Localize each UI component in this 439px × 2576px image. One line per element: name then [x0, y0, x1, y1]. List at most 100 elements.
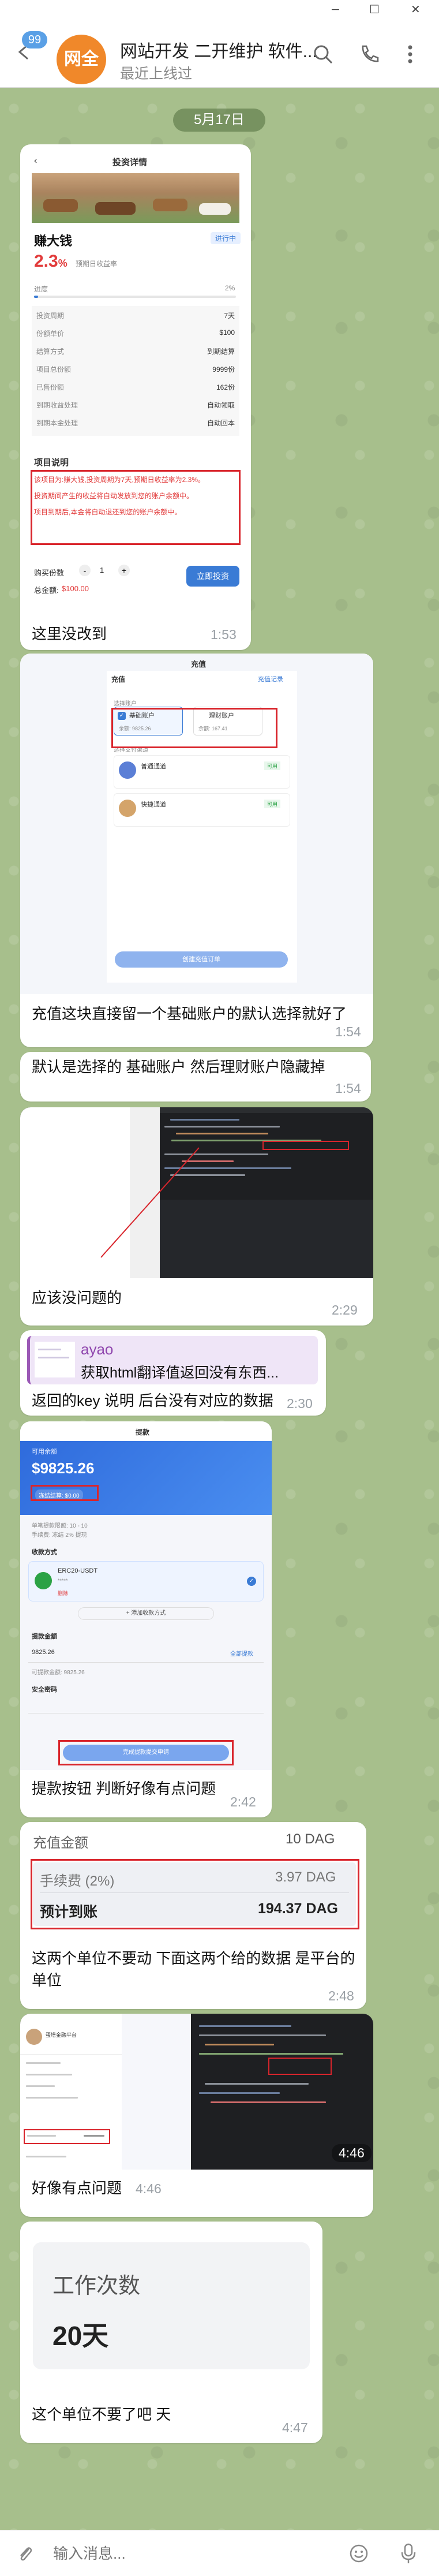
screenshot-investment-detail[interactable]: ‹ 投资详情 赚大钱 进行中 2.3% 预期日收益率 进度 2% 投资周期 7天份… [26, 150, 245, 618]
more-button[interactable] [402, 43, 419, 66]
channel-normal-tag: 可用 [264, 761, 281, 770]
phone-icon [362, 45, 379, 62]
message-text: 应该没问题的 [32, 1289, 122, 1306]
create-order-button[interactable]: 创建充值订单 [115, 951, 288, 968]
progress-value: 2% [225, 284, 235, 292]
platform-name: 蛋塔金融平台 [46, 2032, 77, 2038]
message-bubble[interactable]: 充值 充值 充值记录 选择账户 ✓ 基础账户 余额: 9825.26 理财账户 … [20, 654, 373, 1047]
detail-row-key: 项目总份额 [36, 365, 72, 374]
progress-bar [34, 296, 236, 298]
work-count-label: 工作次数 [52, 2274, 141, 2298]
channel-fast-name: 快捷通道 [141, 801, 166, 808]
work-count-card: 工作次数 20天 [33, 2242, 310, 2369]
call-button[interactable] [358, 43, 381, 66]
detail-row-key: 结算方式 [36, 348, 65, 356]
message-text: 这个单位不要了吧 天 [32, 2406, 171, 2423]
work-count-value: 20天 [52, 2321, 109, 2351]
available-amount: 可提款金额: 9825.26 [32, 1670, 85, 1676]
detail-row-value: 到期结算 [207, 348, 235, 356]
wallet-name: ERC20-USDT [58, 1567, 98, 1574]
qty-label: 购买份数 [34, 569, 65, 577]
message-bubble[interactable]: 应该没问题的 2:29 [20, 1107, 373, 1326]
balance-label: 可用余额 [32, 1448, 57, 1455]
detail-row-value: 162份 [216, 383, 235, 391]
message-input[interactable] [53, 2542, 330, 2565]
reply-thumbnail [35, 1342, 75, 1377]
usdt-icon [35, 1572, 52, 1589]
reply-quote[interactable]: ayao 获取html翻译值返回没有东西... [27, 1336, 318, 1384]
screenshot-app-devtools[interactable]: 蛋塔金融平台 4:46 [20, 2014, 373, 2170]
detail-row-key: 到期收益处理 [36, 401, 78, 409]
message-time: 2:29 [332, 1302, 358, 1317]
channel-fast[interactable]: 快捷通道 可用 [114, 793, 290, 827]
withdraw-all-link[interactable]: 全部提款 [230, 1649, 253, 1657]
screenshot-recharge[interactable]: 充值 充值 充值记录 选择账户 ✓ 基础账户 余额: 9825.26 理财账户 … [20, 654, 373, 994]
detail-row-key: 已售份额 [36, 383, 65, 391]
highlight-box [31, 1859, 359, 1929]
fee-info: 手续费: 冻结 2% 提现 [32, 1532, 87, 1539]
message-text: 返回的key 说明 后台没有对应的数据 [32, 1392, 273, 1409]
screenshot-fee-summary[interactable]: 充值金额 10 DAG 手续费 (2%) 3.97 DAG 预计到账 194.3… [20, 1822, 366, 1937]
maximize-button[interactable]: ☐ [369, 2, 383, 17]
message-bubble[interactable]: ayao 获取html翻译值返回没有东西... 返回的key 说明 后台没有对应… [20, 1330, 326, 1416]
app-panel: 蛋塔金融平台 [20, 2014, 122, 2170]
amount-value: 9825.26 [32, 1649, 55, 1656]
close-window-button[interactable]: ✕ [411, 2, 425, 17]
recharge-title: 充值 [191, 660, 207, 669]
emoji-button[interactable] [348, 2543, 369, 2564]
detail-row-key: 份额单价 [36, 330, 65, 338]
message-text: 充值这块直接留一个基础账户的默认选择就好了 [32, 1005, 347, 1022]
highlight-box [58, 1740, 234, 1765]
check-icon: ✓ [247, 1577, 256, 1586]
message-bubble[interactable]: 默认是选择的 基础账户 然后理财账户隐藏掉 1:54 [20, 1052, 371, 1102]
password-input[interactable] [28, 1696, 264, 1713]
recharge-record-link[interactable]: 充值记录 [258, 674, 283, 684]
add-method-button[interactable]: + 添加收款方式 [78, 1607, 214, 1620]
channel-normal[interactable]: 普通通道 可用 [114, 755, 290, 789]
minimize-button[interactable]: ─ [332, 3, 346, 16]
message-bubble[interactable]: 提款 可用余额 $9825.26 冻结结算: $0.00 单笔提款限额: 10 … [20, 1421, 272, 1817]
progress-label: 进度 [34, 285, 48, 293]
attach-button[interactable] [15, 2543, 36, 2564]
desc-title: 项目说明 [34, 458, 69, 468]
app-panel-2 [122, 2014, 191, 2170]
wallet-delete[interactable]: 删除 [58, 1589, 68, 1597]
message-bubble[interactable]: 蛋塔金融平台 4:46 好像有点问题 4:46 [20, 2014, 373, 2217]
qty-minus-button[interactable]: - [79, 565, 91, 576]
message-text-line1: 这两个单位不要动 下面这两个给的数据 是平台的 [32, 1950, 355, 1967]
amount-input[interactable]: 9825.26 全部提款 [28, 1643, 264, 1663]
wallet-card[interactable]: ERC20-USDT ***** 删除 ✓ [28, 1561, 264, 1601]
channel-normal-name: 普通通道 [141, 763, 166, 770]
wallet-address: ***** [58, 1578, 68, 1584]
screenshot-work-count[interactable]: 工作次数 20天 [20, 2222, 322, 2395]
channel-icon [119, 761, 136, 779]
reply-snippet: 获取html翻译值返回没有东西... [81, 1365, 279, 1381]
detail-row-value: $100 [219, 328, 235, 337]
channel-fast-tag: 可用 [264, 800, 281, 808]
qty-plus-button[interactable]: + [118, 565, 130, 576]
balance-card: 可用余额 $9825.26 冻结结算: $0.00 [20, 1441, 272, 1515]
screenshot-devtools[interactable] [20, 1107, 373, 1278]
chat-area[interactable]: 5月17日 ‹ 投资详情 赚大钱 进行中 2.3% 预期日收益率 进度 2% 投… [0, 88, 439, 2530]
microphone-icon [401, 2543, 416, 2563]
highlight-box [111, 708, 277, 748]
desc-line: 投资期间产生的收益将自动发放到您的账户余额中。 [34, 492, 194, 500]
detail-row-value: 9999份 [212, 365, 235, 374]
message-text: 好像有点问题 [32, 2179, 122, 2197]
invest-now-button[interactable]: 立即投资 [186, 566, 239, 587]
channel-icon [119, 800, 136, 817]
voice-button[interactable] [398, 2542, 419, 2565]
message-time: 1:54 [335, 1024, 361, 1039]
screenshot-withdraw[interactable]: 提款 可用余额 $9825.26 冻结结算: $0.00 单笔提款限额: 10 … [20, 1421, 272, 1770]
chat-status: 最近上线过 [120, 66, 193, 82]
detail-row-value: 7天 [224, 312, 235, 320]
avatar[interactable]: 网全 [57, 35, 106, 84]
back-icon: ‹ [34, 156, 37, 166]
message-bubble[interactable]: 工作次数 20天 这个单位不要了吧 天 4:47 [20, 2222, 322, 2443]
detail-title: 投资详情 [112, 158, 148, 167]
rate-percent: % [58, 257, 67, 269]
search-button[interactable] [312, 43, 335, 66]
message-bubble[interactable]: ‹ 投资详情 赚大钱 进行中 2.3% 预期日收益率 进度 2% 投资周期 7天份… [20, 144, 251, 650]
message-bubble[interactable]: 充值金额 10 DAG 手续费 (2%) 3.97 DAG 预计到账 194.3… [20, 1822, 366, 2009]
balance-value: $9825.26 [32, 1459, 95, 1477]
